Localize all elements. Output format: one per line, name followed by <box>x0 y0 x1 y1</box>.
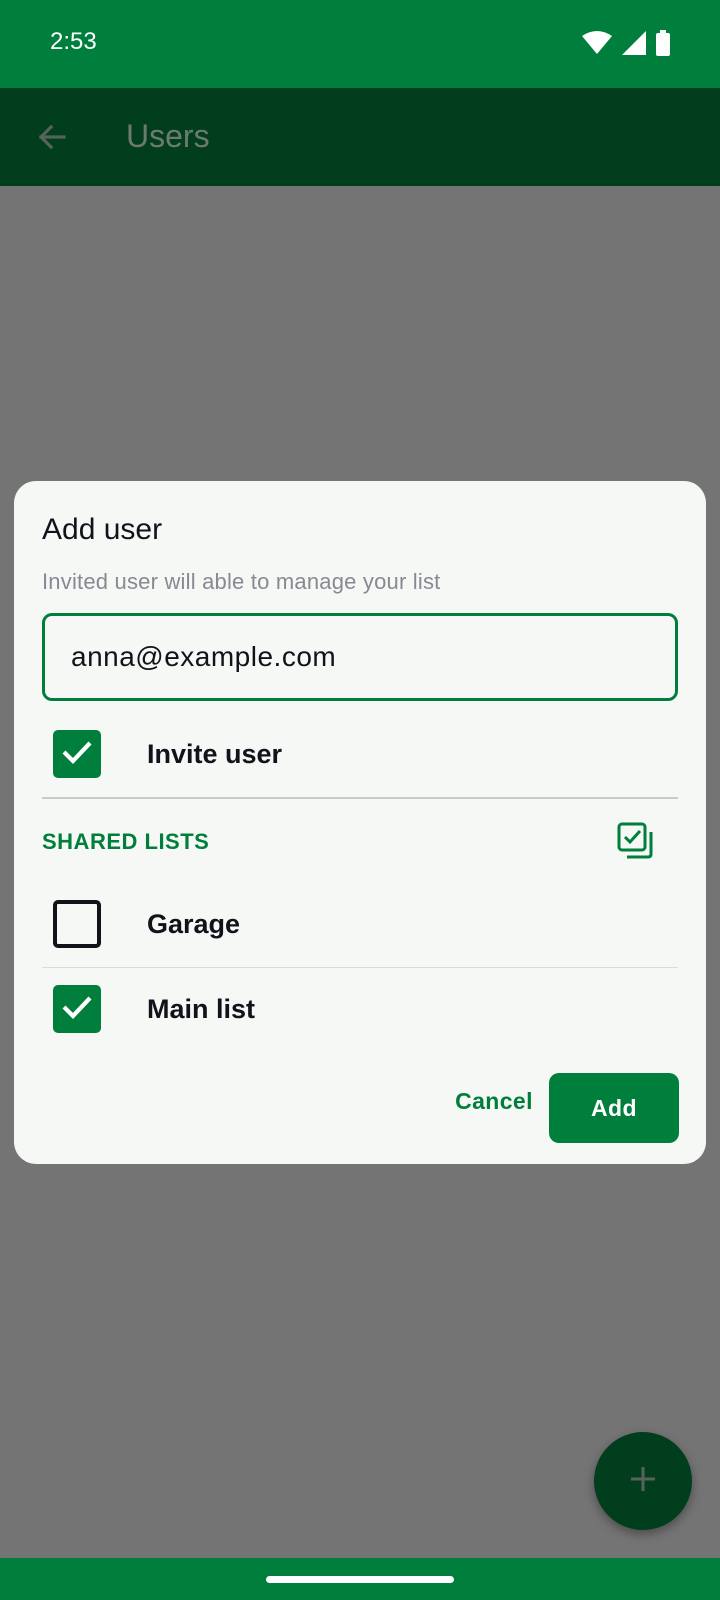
shared-list-item-main-list[interactable]: Main list <box>42 969 678 1049</box>
garage-checkbox[interactable] <box>53 900 101 948</box>
add-user-fab[interactable] <box>594 1432 692 1530</box>
status-bar: 2:53 <box>0 0 720 88</box>
page-title: Users <box>126 118 210 154</box>
select-all-icon[interactable] <box>614 819 658 863</box>
shared-list-label: Garage <box>147 908 241 939</box>
shared-lists-header: SHARED LISTS <box>42 829 210 854</box>
dialog-subtitle: Invited user will able to manage your li… <box>42 569 441 594</box>
status-time: 2:53 <box>50 28 97 55</box>
arrow-back-icon[interactable] <box>30 115 74 159</box>
shared-list-label: Main list <box>147 993 256 1024</box>
invite-user-checkbox[interactable] <box>53 730 101 778</box>
navigation-bar <box>0 1558 720 1600</box>
battery-icon <box>656 30 670 56</box>
divider <box>42 967 678 968</box>
add-button[interactable]: Add <box>549 1073 679 1143</box>
invite-user-row[interactable]: Invite user <box>42 714 678 794</box>
divider <box>42 797 678 799</box>
cellular-signal-icon <box>622 31 646 55</box>
status-icons <box>582 30 670 56</box>
checkmark-icon <box>59 989 95 1030</box>
dialog-title: Add user <box>42 513 163 546</box>
wifi-icon <box>582 31 612 55</box>
cancel-button[interactable]: Cancel <box>444 1071 544 1131</box>
checkmark-icon <box>59 734 95 775</box>
main-list-checkbox[interactable] <box>53 985 101 1033</box>
add-user-dialog: Add user Invited user will able to manag… <box>14 481 706 1164</box>
email-field[interactable] <box>42 613 678 701</box>
plus-icon <box>629 1465 657 1498</box>
shared-list-item-garage[interactable]: Garage <box>42 884 678 964</box>
invite-user-label: Invite user <box>147 738 283 769</box>
home-handle[interactable] <box>266 1576 454 1583</box>
app-bar: Users <box>0 88 720 186</box>
